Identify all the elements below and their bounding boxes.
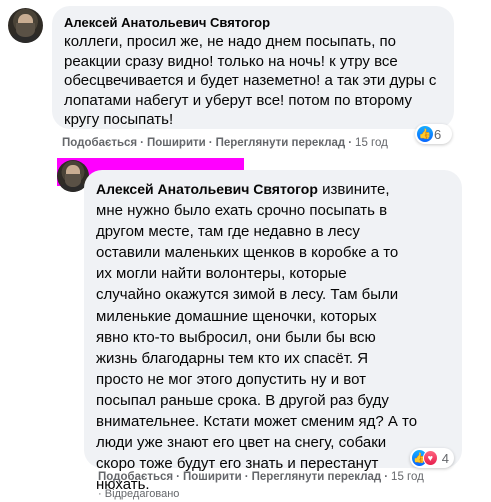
reaction-summary[interactable]: 👍 6 xyxy=(415,124,452,144)
comment-text: коллеги, просил же, не надо днем посыпат… xyxy=(64,33,437,128)
previous-actions-strip: ▔ ▔ ▔ ▔ ▔ ▔ ▔ ▔ ▔ xyxy=(88,0,206,6)
comment-text: Алексей Анатольевич Святогор извините, м… xyxy=(96,179,450,495)
comment-actions: Подобається · Поширити · Переглянути перекла… xyxy=(62,137,388,149)
translate-button[interactable]: Переглянути переклад xyxy=(252,471,382,483)
comment-text-first-line: извините, xyxy=(317,181,390,198)
share-button[interactable]: Поширити xyxy=(183,471,242,483)
like-icon: 👍 xyxy=(417,126,433,142)
comment-timestamp[interactable]: 15 год xyxy=(355,137,388,149)
reaction-count: 4 xyxy=(441,450,449,466)
heart-icon: ♥ xyxy=(422,450,438,466)
comment-author[interactable]: Алексей Анатольевич Святогор xyxy=(96,181,318,197)
comment-actions: Подобається · Поширити · Переглянути перекла… xyxy=(98,471,424,483)
comment-thread: ▔ ▔ ▔ ▔ ▔ ▔ ▔ ▔ ▔ Алексей Анатольевич Св… xyxy=(0,0,491,502)
avatar[interactable] xyxy=(8,8,43,43)
reaction-summary[interactable]: 👍 ♥ 4 xyxy=(410,448,454,468)
comment-bubble: Алексей Анатольевич Святогор извините, м… xyxy=(84,170,462,493)
edited-label: · Відредаговано xyxy=(98,488,180,500)
share-button[interactable]: Поширити xyxy=(147,137,206,149)
like-button[interactable]: Подобається xyxy=(98,471,173,483)
comment-bubble: Алексей Анатольевич Святогор коллеги, пр… xyxy=(52,6,454,129)
translate-button[interactable]: Переглянути переклад xyxy=(216,137,346,149)
comment-author[interactable]: Алексей Анатольевич Святогор xyxy=(64,15,442,30)
comment-timestamp[interactable]: 15 год xyxy=(391,471,424,483)
comment-text-rest: мне нужно было ехать срочно посыпать в д… xyxy=(96,202,418,494)
like-button[interactable]: Подобається xyxy=(62,137,137,149)
reaction-count: 6 xyxy=(434,126,442,142)
